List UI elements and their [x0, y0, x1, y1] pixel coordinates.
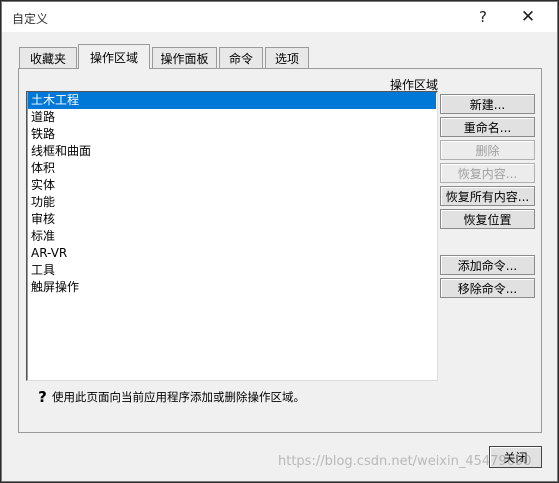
help-button[interactable]: ? [468, 5, 498, 29]
restore-content-button[interactable]: 恢复内容... [440, 163, 535, 183]
list-item[interactable]: 土木工程 [28, 92, 436, 109]
tab-commands[interactable]: 命令 [219, 47, 263, 68]
tab-options[interactable]: 选项 [265, 47, 309, 68]
rename-button[interactable]: 重命名... [440, 117, 535, 137]
remove-command-button[interactable]: 移除命令... [440, 278, 535, 298]
hint-line: ? 使用此页面向当前应用程序添加或删除操作区域。 [36, 388, 305, 406]
close-window-button[interactable]: ✕ [513, 5, 543, 29]
list-item[interactable]: 实体 [28, 177, 436, 194]
close-button[interactable]: 关闭 [489, 446, 542, 468]
question-mark-icon: ? [479, 8, 487, 26]
tab-toolbars[interactable]: 操作面板 [152, 47, 217, 68]
list-item[interactable]: 功能 [28, 194, 436, 211]
customize-dialog: 自定义 ? ✕ 收藏夹 操作区域 操作面板 命令 选项 操作区域 土木工程 道路… [1, 1, 558, 482]
list-item[interactable]: 审核 [28, 211, 436, 228]
hint-text: 使用此页面向当前应用程序添加或删除操作区域。 [52, 390, 305, 404]
add-command-button[interactable]: 添加命令... [440, 255, 535, 275]
new-button[interactable]: 新建... [440, 94, 535, 114]
question-icon[interactable]: ? [36, 389, 49, 405]
list-item[interactable]: 道路 [28, 109, 436, 126]
list-item[interactable]: 触屏操作 [28, 279, 436, 296]
list-item[interactable]: 体积 [28, 160, 436, 177]
list-item[interactable]: AR-VR [28, 245, 436, 262]
list-item[interactable]: 标准 [28, 228, 436, 245]
title-bar: 自定义 ? ✕ [2, 2, 557, 32]
list-item[interactable]: 线框和曲面 [28, 143, 436, 160]
close-icon: ✕ [520, 7, 536, 27]
tab-workbenches[interactable]: 操作区域 [78, 44, 150, 69]
window-title: 自定义 [12, 12, 49, 26]
tab-favorites[interactable]: 收藏夹 [19, 47, 77, 68]
workbench-list[interactable]: 土木工程 道路 铁路 线框和曲面 体积 实体 功能 审核 标准 AR-VR 工具… [26, 91, 438, 381]
list-item[interactable]: 工具 [28, 262, 436, 279]
restore-position-button[interactable]: 恢复位置 [440, 209, 535, 229]
restore-all-button[interactable]: 恢复所有内容... [440, 186, 535, 206]
list-item[interactable]: 铁路 [28, 126, 436, 143]
workbenches-panel: 操作区域 土木工程 道路 铁路 线框和曲面 体积 实体 功能 审核 标准 AR-… [18, 68, 542, 433]
delete-button[interactable]: 删除 [440, 140, 535, 160]
